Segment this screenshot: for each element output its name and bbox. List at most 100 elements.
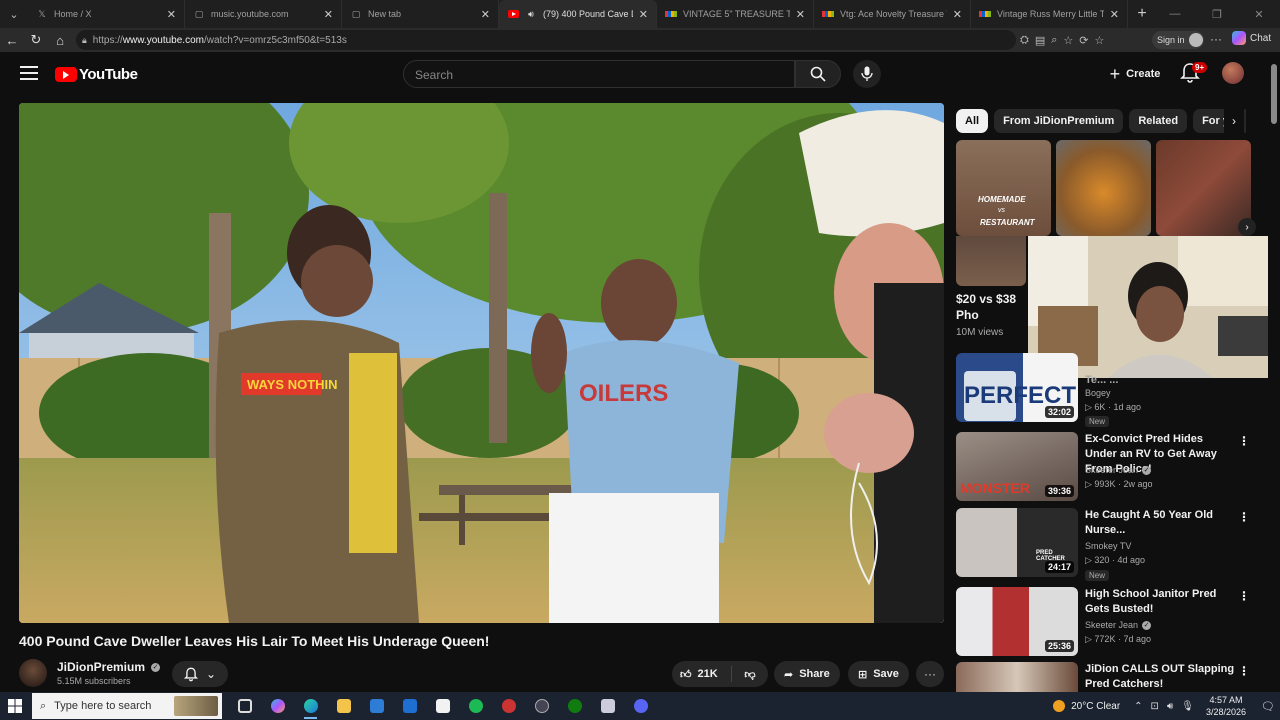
close-tab-icon[interactable]: ✕	[481, 8, 490, 21]
search-input[interactable]: Search	[403, 60, 795, 88]
notification-settings-button[interactable]: ⌄	[172, 661, 228, 687]
video-thumbnail[interactable]: PERFECT 17 32:02	[956, 353, 1078, 422]
channel-name[interactable]: Bogey	[1085, 388, 1111, 398]
xbox-icon[interactable]	[558, 692, 591, 720]
url-field[interactable]: 🔒︎ https://www.youtube.com/watch?v=omrz5…	[76, 30, 1016, 50]
collections-icon[interactable]: ☆	[1094, 34, 1104, 47]
file-explorer-icon[interactable]	[327, 692, 360, 720]
video-title[interactable]: JiDion CALLS OUT Slapping Pred Catchers!	[1085, 662, 1235, 692]
notification-center-icon[interactable]: 🗨︎	[1256, 700, 1280, 713]
video-title[interactable]: He Caught A 50 Year Old Nurse...	[1085, 508, 1235, 538]
new-tab-button[interactable]: +	[1128, 5, 1156, 23]
recommendation-menu-icon[interactable]: ⋮	[1238, 664, 1250, 678]
video-player[interactable]: WAYS NOTHIN OILERS	[19, 103, 944, 623]
browser-tab-newtab[interactable]: ▢ New tab ✕	[342, 0, 499, 28]
video-thumbnail[interactable]: PRED CATCHER 24:17	[956, 508, 1078, 577]
recommendation-menu-icon[interactable]: ⋮	[1238, 589, 1250, 603]
channel-line[interactable]: Skeeter Jean ✓	[1085, 465, 1152, 475]
recommendation-menu-icon[interactable]: ⋮	[1238, 434, 1250, 448]
recommendation-item[interactable]: PERFECT 17 32:02 Te... ... Bogey ▷ 6K · …	[956, 353, 1266, 427]
chips-next-arrow-icon[interactable]: ›	[1224, 109, 1244, 133]
back-arrow-icon[interactable]: ←	[0, 28, 24, 52]
browser-tab-youtube[interactable]: 🔊︎ (79) 400 Pound Cave Dweller ✕	[499, 0, 657, 28]
recommendation-item[interactable]: JiDion CALLS OUT Slapping Pred Catchers!…	[956, 662, 1266, 692]
copilot-app-icon[interactable]	[261, 692, 294, 720]
short-title[interactable]: $20 vs $38 Pho	[956, 291, 1028, 323]
shorts-next-arrow-icon[interactable]: ›	[1238, 218, 1256, 236]
short-thumbnail[interactable]	[1156, 140, 1251, 236]
recommendation-item[interactable]: PRED CATCHER 24:17 He Caught A 50 Year O…	[956, 508, 1266, 581]
browser-tab-ebay-1[interactable]: VINTAGE 5" TREASURE TROLL DO ✕	[657, 0, 814, 28]
close-window-icon[interactable]: ✕	[1238, 0, 1280, 28]
microphone-tray-icon[interactable]: 🎙︎	[1181, 701, 1194, 712]
shield-app-icon[interactable]	[591, 692, 624, 720]
refresh-icon[interactable]: ↻	[24, 28, 48, 52]
copilot-chat-button[interactable]: Chat	[1232, 31, 1271, 45]
sign-in-button[interactable]: Sign in	[1152, 31, 1204, 49]
browser-tab-ebay-2[interactable]: Vtg: Ace Novelty Treasure Troll Do ✕	[814, 0, 971, 28]
channel-line[interactable]: Skeeter Jean ✓	[1085, 620, 1152, 630]
recommendation-item[interactable]: 25:36 High School Janitor Pred Gets Bust…	[956, 587, 1266, 657]
chip-all[interactable]: All	[956, 109, 989, 133]
weather-widget[interactable]: 20°C Clear	[1053, 700, 1120, 712]
dislike-button[interactable]: 👎︎	[732, 668, 768, 681]
volume-icon[interactable]: 🔊︎	[1167, 701, 1173, 712]
home-icon[interactable]: ⌂	[48, 28, 72, 52]
recommendation-menu-icon[interactable]: ⋮	[1238, 510, 1250, 524]
browser-tab-ebay-3[interactable]: Vintage Russ Merry Little Troll Ch ✕	[971, 0, 1128, 28]
share-button[interactable]: ➦ Share	[774, 661, 840, 687]
browser-tab-x[interactable]: 𝕏 Home / X ✕	[28, 0, 185, 28]
save-button[interactable]: ⊞ Save	[848, 661, 909, 687]
edge-browser-icon[interactable]	[294, 692, 327, 720]
microsoft-store-icon[interactable]	[360, 692, 393, 720]
task-view-icon[interactable]	[228, 692, 261, 720]
browser-menu-icon[interactable]: ···	[1210, 32, 1222, 46]
chip-from-channel[interactable]: From JiDionPremium	[994, 109, 1124, 133]
account-avatar[interactable]	[1222, 62, 1244, 84]
close-tab-icon[interactable]: ✕	[953, 8, 962, 21]
voice-search-button[interactable]	[853, 60, 881, 88]
search-button[interactable]	[795, 60, 841, 88]
reading-view-icon[interactable]: ▤	[1035, 34, 1045, 47]
close-tab-icon[interactable]: ✕	[324, 8, 333, 21]
more-actions-button[interactable]: ···	[916, 661, 944, 687]
taskbar-clock[interactable]: 4:57 AM 3/28/2026	[1206, 694, 1246, 718]
mail-icon[interactable]	[393, 692, 426, 720]
taskbar-search-input[interactable]: ⌕ Type here to search	[32, 693, 222, 719]
app-circle-icon[interactable]	[525, 692, 558, 720]
zoom-icon[interactable]: ⌕	[1051, 34, 1057, 47]
document-icon[interactable]	[426, 692, 459, 720]
recommendation-item[interactable]: MONSTER 39:36 Ex-Convict Pred Hides Unde…	[956, 432, 1266, 502]
short-thumbnail[interactable]	[1056, 140, 1151, 236]
video-thumbnail[interactable]: 25:36	[956, 587, 1078, 656]
windows-start-icon[interactable]	[0, 692, 30, 720]
chevron-up-icon[interactable]: ⌃	[1134, 701, 1142, 712]
translate-icon[interactable]: ⛭	[1020, 34, 1029, 47]
discord-icon[interactable]	[624, 692, 657, 720]
channel-avatar[interactable]	[19, 659, 47, 687]
close-tab-icon[interactable]: ✕	[796, 8, 805, 21]
page-scrollbar[interactable]	[1268, 52, 1280, 692]
create-button[interactable]: + Create	[1100, 60, 1170, 88]
video-title[interactable]: High School Janitor Pred Gets Busted!	[1085, 587, 1235, 617]
speaker-icon[interactable]: 🔊︎	[525, 8, 537, 20]
hamburger-menu-icon[interactable]	[20, 66, 38, 80]
maximize-icon[interactable]: ❐	[1196, 0, 1238, 28]
video-thumbnail[interactable]: MONSTER 39:36	[956, 432, 1078, 501]
video-thumbnail[interactable]	[956, 662, 1078, 692]
like-button[interactable]: 👍︎ 21K	[672, 666, 732, 682]
youtube-logo[interactable]: YouTube	[55, 66, 138, 83]
tab-actions-menu[interactable]: ⌄	[0, 0, 28, 28]
close-tab-icon[interactable]: ✕	[167, 8, 176, 21]
media-app-icon[interactable]	[492, 692, 525, 720]
spotify-icon[interactable]	[459, 692, 492, 720]
channel-name[interactable]: Smokey TV	[1085, 541, 1131, 551]
short-thumbnail[interactable]: HOMEMADE vs RESTAURANT	[956, 140, 1051, 236]
network-icon[interactable]: ⊡	[1151, 701, 1159, 712]
close-tab-icon[interactable]: ✕	[639, 8, 648, 21]
refresh-page-icon[interactable]: ⟳	[1079, 34, 1088, 47]
channel-name-link[interactable]: JiDionPremium ✓	[57, 660, 161, 674]
minimize-icon[interactable]: —	[1154, 0, 1196, 28]
favorite-star-icon[interactable]: ☆	[1063, 34, 1073, 47]
scrollbar-thumb[interactable]	[1271, 64, 1277, 124]
